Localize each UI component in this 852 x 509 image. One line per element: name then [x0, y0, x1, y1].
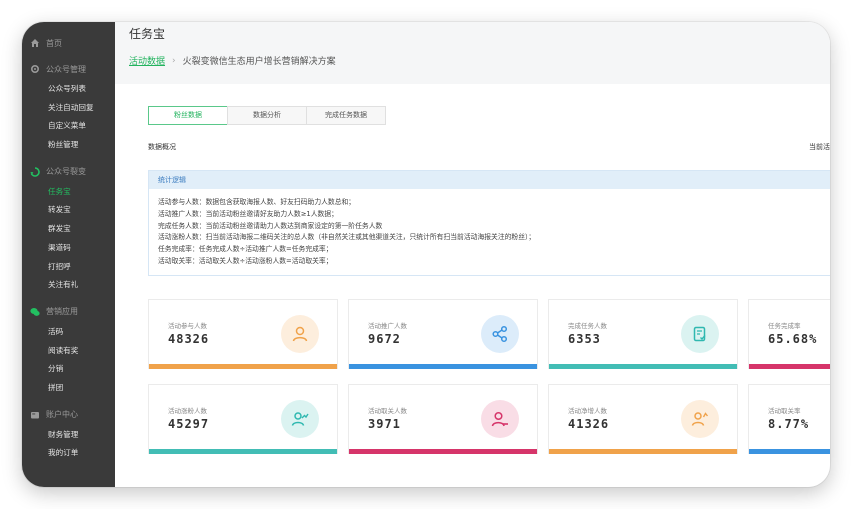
stat-card-completion-rate: 任务完成率 65.68%: [748, 299, 830, 369]
overview-label: 数据概况: [148, 143, 176, 151]
breadcrumb-current: 火裂变微信生态用户增长营销解决方案: [182, 57, 336, 67]
stat-value: 6353: [568, 332, 601, 346]
stat-value: 3971: [368, 417, 401, 431]
overview-right-text: 当前活: [809, 143, 830, 151]
logic-line: 活动取关率：活动取关人数÷活动涨粉人数=活动取关率；: [158, 256, 333, 265]
growth-icon: [281, 400, 319, 438]
main-content: 任务宝 活动数据 › 火裂变微信生态用户增长营销解决方案 粉丝数据 数据分析 完…: [115, 22, 830, 487]
sidebar-group-label: 公众号管理: [46, 64, 86, 74]
logic-line: 活动参与人数：数据包含获取海报人数、好友扫码助力人数总和；: [158, 198, 356, 206]
sidebar-item-custom-menu[interactable]: 自定义菜单: [22, 117, 115, 136]
sidebar-group-label: 公众号裂变: [46, 167, 86, 177]
tab-data-analysis[interactable]: 数据分析: [227, 106, 307, 125]
stat-card-net-growth: 活动净增人数 41326: [548, 384, 738, 454]
sidebar-item-group-buy[interactable]: 拼团: [22, 379, 115, 398]
stat-bar: [549, 364, 737, 369]
home-icon: [30, 38, 40, 48]
sidebar-group-account-center[interactable]: 账户中心: [22, 404, 115, 426]
page-title: 任务宝: [129, 27, 166, 41]
sidebar-item-task-bao[interactable]: 任务宝: [22, 183, 115, 202]
statistics-logic-title: 统计逻辑: [149, 171, 830, 189]
stat-bar: [149, 364, 337, 369]
stat-label: 活动参与人数: [168, 322, 207, 330]
stat-bar: [349, 449, 537, 454]
logic-line: 任务完成率：任务完成人数÷活动推广人数=任务完成率；: [158, 245, 333, 254]
logic-line: 活动涨粉人数：扫当前活动海报二维码关注的总人数（非自然关注或其他渠道关注，只统计…: [158, 233, 536, 242]
sidebar-group-label: 账户中心: [46, 410, 78, 420]
share-icon: [481, 315, 519, 353]
tab-fans-data[interactable]: 粉丝数据: [148, 106, 228, 125]
account-icon: [30, 410, 40, 420]
recycle-icon: [30, 166, 40, 177]
sidebar-group-fission[interactable]: 公众号裂变: [22, 161, 115, 183]
sidebar-item-orders[interactable]: 我的订单: [22, 444, 115, 463]
breadcrumb: 活动数据 › 火裂变微信生态用户增长营销解决方案: [129, 54, 336, 68]
stat-card-new-fans: 活动涨粉人数 45297: [148, 384, 338, 454]
tab-completed-task-data[interactable]: 完成任务数据: [306, 106, 386, 125]
stat-card-completed: 完成任务人数 6353: [548, 299, 738, 369]
chevron-right-icon: ›: [172, 55, 176, 66]
logic-line: 活动推广人数：当前活动粉丝邀请好友助力人数≥1人数据；: [158, 209, 338, 218]
stat-value: 45297: [168, 417, 210, 431]
stat-label: 活动推广人数: [368, 322, 407, 330]
stat-label: 活动净增人数: [568, 407, 607, 415]
user-icon: [281, 315, 319, 353]
logic-line: 完成任务人数：当前活动粉丝邀请助力人数达到商家设定的第一阶任务人数: [158, 221, 383, 230]
stat-card-promoters: 活动推广人数 9672: [348, 299, 538, 369]
stat-label: 完成任务人数: [568, 322, 607, 330]
sidebar-item-channel-code[interactable]: 渠道码: [22, 239, 115, 258]
breadcrumb-link[interactable]: 活动数据: [129, 54, 165, 67]
stat-label: 活动涨粉人数: [168, 407, 207, 415]
stat-card-participants: 活动参与人数 48326: [148, 299, 338, 369]
sidebar-item-forward-bao[interactable]: 转发宝: [22, 201, 115, 220]
page-header: [115, 22, 830, 84]
sidebar-item-read-reward[interactable]: 阅读有奖: [22, 342, 115, 361]
sidebar-item-distribution[interactable]: 分销: [22, 360, 115, 379]
tab-bar: 粉丝数据 数据分析 完成任务数据: [148, 106, 386, 125]
sidebar-home-label: 首页: [46, 38, 62, 48]
sidebar-item-finance[interactable]: 财务管理: [22, 426, 115, 445]
stat-bar: [749, 364, 830, 369]
stat-card-unfollows: 活动取关人数 3971: [348, 384, 538, 454]
stat-value: 8.77%: [768, 417, 810, 431]
user-remove-icon: [481, 400, 519, 438]
statistics-logic-panel: 统计逻辑 活动参与人数：数据包含获取海报人数、好友扫码助力人数总和； 活动推广人…: [148, 170, 830, 276]
stat-bar: [549, 449, 737, 454]
stat-label: 活动取关率: [768, 407, 801, 415]
sidebar-group-marketing[interactable]: 营销应用: [22, 301, 115, 323]
sidebar-item-fans[interactable]: 粉丝管理: [22, 136, 115, 155]
stat-value: 48326: [168, 332, 210, 346]
stat-value: 65.68%: [768, 332, 818, 346]
stat-label: 任务完成率: [768, 322, 801, 330]
sidebar-item-live-code[interactable]: 活码: [22, 323, 115, 342]
stat-label: 活动取关人数: [368, 407, 407, 415]
app-window: 首页 公众号管理 公众号列表 关注自动回复 自定义菜单 粉丝管理 公众号裂变 任…: [22, 22, 830, 487]
sidebar-group-account[interactable]: 公众号管理: [22, 58, 115, 80]
sidebar-item-group-bao[interactable]: 群发宝: [22, 220, 115, 239]
stat-bar: [349, 364, 537, 369]
sidebar-item-auto-reply[interactable]: 关注自动回复: [22, 99, 115, 118]
user-add-icon: [681, 400, 719, 438]
sidebar-home[interactable]: 首页: [22, 32, 115, 54]
sidebar-group-label: 营销应用: [46, 307, 78, 317]
sidebar-item-follow-gift[interactable]: 关注有礼: [22, 276, 115, 295]
stat-value: 9672: [368, 332, 401, 346]
stat-bar: [149, 449, 337, 454]
stat-card-unfollow-rate: 活动取关率 8.77%: [748, 384, 830, 454]
stat-value: 41326: [568, 417, 610, 431]
sidebar: 首页 公众号管理 公众号列表 关注自动回复 自定义菜单 粉丝管理 公众号裂变 任…: [22, 22, 115, 487]
gear-icon: [30, 64, 40, 74]
sidebar-item-greeting[interactable]: 打招呼: [22, 258, 115, 277]
wechat-icon: [30, 307, 40, 317]
sidebar-item-account-list[interactable]: 公众号列表: [22, 80, 115, 99]
stat-bar: [749, 449, 830, 454]
task-icon: [681, 315, 719, 353]
